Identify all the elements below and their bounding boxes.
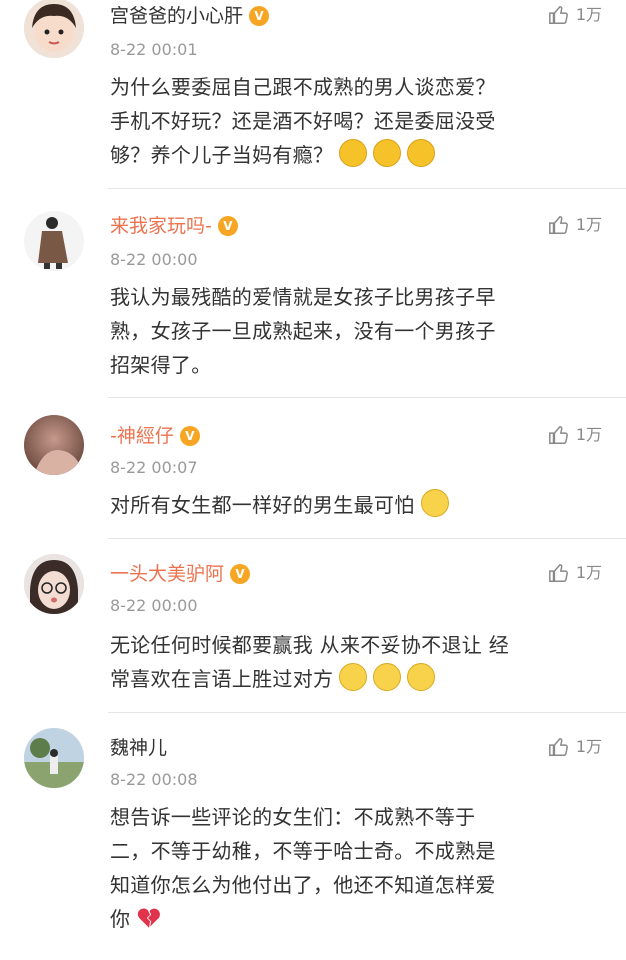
comment-text: 对所有女生都一样好的男生最可怕 [110, 488, 600, 522]
comment-text: 为什么要委屈自己跟不成熟的男人谈恋爱？ 手机不好玩？还是酒不好喝？还是委屈没受 … [110, 70, 600, 172]
thumbs-up-icon [548, 738, 568, 756]
comment-line: 为什么要委屈自己跟不成熟的男人谈恋爱？ [110, 75, 496, 99]
divider [108, 188, 626, 189]
like-button[interactable]: 1万 [548, 424, 602, 446]
comment-line: 够？养个儿子当妈有瘾？ [110, 138, 600, 172]
avatar[interactable] [24, 415, 84, 475]
comment-line-text: 常喜欢在言语上胜过对方 [110, 667, 334, 691]
timestamp: 8-22 00:01 [110, 40, 198, 59]
username[interactable]: 一头大美驴阿 V [110, 562, 251, 586]
comment-line: 手机不好玩？还是酒不好喝？还是委屈没受 [110, 109, 496, 133]
angry-emoji-icon [407, 139, 436, 167]
vip-badge-icon: V [217, 216, 238, 236]
comment-line: 想告诉一些评论的女生们：不成熟不等于 [110, 805, 476, 829]
like-count: 1万 [575, 425, 602, 444]
thinking-emoji-icon [339, 663, 368, 691]
vip-badge-icon: V [179, 426, 200, 446]
comment-line-text: 够？养个儿子当妈有瘾？ [110, 143, 334, 167]
thinking-emoji-icon [420, 489, 449, 517]
username[interactable]: 魏神儿 [110, 736, 167, 760]
like-button[interactable]: 1万 [548, 4, 602, 26]
angry-emoji-icon [373, 139, 402, 167]
divider [108, 712, 626, 713]
thinking-emoji-icon [373, 663, 402, 691]
comment-line: 熟，女孩子一旦成熟起来，没有一个男孩子 [110, 319, 496, 343]
like-count: 1万 [575, 737, 602, 756]
comment-line: 无论任何时候都要赢我 从来不妥协不退让 经 [110, 633, 510, 657]
thumbs-up-icon [548, 564, 568, 582]
divider [108, 397, 626, 398]
broken-heart-icon [136, 905, 162, 931]
like-button[interactable]: 1万 [548, 562, 602, 584]
angry-emoji-icon [339, 139, 368, 167]
timestamp: 8-22 00:00 [110, 250, 198, 269]
avatar[interactable] [24, 211, 84, 271]
comment-text: 我认为最残酷的爱情就是女孩子比男孩子早 熟，女孩子一旦成熟起来，没有一个男孩子 … [110, 280, 600, 382]
comment-line-text: 对所有女生都一样好的男生最可怕 [110, 493, 415, 517]
username[interactable]: 宫爸爸的小心肝 V [110, 4, 270, 28]
like-button[interactable]: 1万 [548, 736, 602, 758]
thumbs-up-icon [548, 6, 568, 24]
comment-line: 你 [110, 902, 600, 936]
timestamp: 8-22 00:07 [110, 458, 198, 477]
comment-line-text: 你 [110, 907, 131, 931]
comment-line: 常喜欢在言语上胜过对方 [110, 662, 600, 696]
vip-badge-icon: V [230, 564, 251, 584]
comment-line: 二，不等于幼稚，不等于哈士奇。不成熟是 [110, 839, 496, 863]
comment-line: 知道你怎么为他付出了，他还不知道怎样爱 [110, 873, 496, 897]
like-count: 1万 [575, 5, 602, 24]
comment-text: 想告诉一些评论的女生们：不成熟不等于 二，不等于幼稚，不等于哈士奇。不成熟是 知… [110, 800, 600, 936]
comment-line: 对所有女生都一样好的男生最可怕 [110, 488, 600, 522]
like-count: 1万 [575, 215, 602, 234]
username[interactable]: -神經仔 V [110, 424, 200, 448]
comment-line: 招架得了。 [110, 353, 212, 377]
avatar[interactable] [24, 554, 84, 614]
like-count: 1万 [575, 563, 602, 582]
avatar[interactable] [24, 0, 84, 58]
vip-badge-icon: V [249, 6, 270, 26]
timestamp: 8-22 00:08 [110, 770, 198, 789]
username[interactable]: 来我家玩吗- V [110, 214, 238, 238]
timestamp: 8-22 00:00 [110, 596, 198, 615]
like-button[interactable]: 1万 [548, 214, 602, 236]
divider [108, 538, 626, 539]
avatar[interactable] [24, 728, 84, 788]
comment-line: 我认为最残酷的爱情就是女孩子比男孩子早 [110, 285, 496, 309]
thinking-emoji-icon [407, 663, 436, 691]
comment-text: 无论任何时候都要赢我 从来不妥协不退让 经 常喜欢在言语上胜过对方 [110, 628, 600, 696]
thumbs-up-icon [548, 216, 568, 234]
thumbs-up-icon [548, 426, 568, 444]
